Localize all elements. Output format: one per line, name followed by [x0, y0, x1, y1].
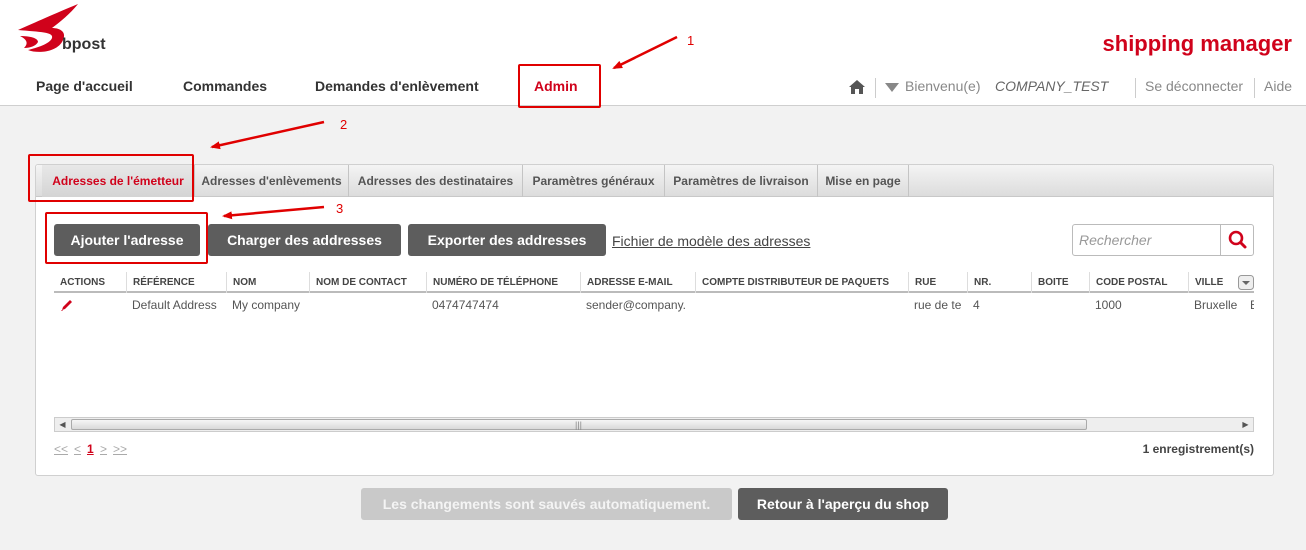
search-icon: [1228, 230, 1247, 249]
next-page-link[interactable]: >: [100, 442, 107, 456]
separator: [1254, 78, 1255, 98]
horizontal-scrollbar[interactable]: ◀ ||| ▶: [54, 417, 1254, 432]
cell-number: 4: [973, 298, 980, 312]
column-header[interactable]: NOM: [226, 272, 309, 293]
cell-postal-code: 1000: [1095, 298, 1122, 312]
first-page-link[interactable]: <<: [54, 442, 68, 456]
tab-pickup-addresses[interactable]: Adresses d'enlèvements: [195, 165, 349, 197]
edit-pencil-icon[interactable]: [60, 298, 74, 312]
cell-city: Bruxelle: [1194, 298, 1238, 312]
column-header[interactable]: VILLE: [1188, 272, 1238, 293]
table-row[interactable]: Default Address My company 0474747474 se…: [54, 294, 1254, 316]
separator: [875, 78, 876, 98]
nav-item-home[interactable]: Page d'accueil: [36, 78, 133, 94]
tab-recipient-addresses[interactable]: Adresses des destinataires: [349, 165, 523, 197]
grip-icon: |||: [575, 420, 583, 430]
annotation-arrow-2: [210, 120, 325, 150]
upload-addresses-button[interactable]: Charger des addresses: [208, 224, 401, 256]
cell-distributor: [695, 294, 908, 316]
nav-item-pickup-requests[interactable]: Demandes d'enlèvement: [315, 78, 479, 94]
cell-box: [1031, 294, 1089, 316]
column-header[interactable]: ACTIONS: [54, 272, 126, 293]
chevron-down-icon[interactable]: [885, 83, 899, 92]
table-header: ACTIONS RÉFÉRENCE NOM NOM DE CONTACT NUM…: [54, 272, 1254, 293]
cell-overflow: B: [1244, 294, 1254, 316]
column-header[interactable]: NOM DE CONTACT: [309, 272, 426, 293]
separator: [1135, 78, 1136, 98]
record-count: 1 enregistrement(s): [1142, 442, 1254, 456]
home-icon[interactable]: [848, 79, 866, 95]
scroll-thumb[interactable]: |||: [71, 419, 1087, 430]
current-page[interactable]: 1: [87, 442, 94, 456]
column-header[interactable]: BOITE: [1031, 272, 1089, 293]
app-title: shipping manager: [1102, 31, 1292, 56]
autosave-notice-button: Les changements sont sauvés automatiquem…: [361, 488, 732, 520]
nav-item-orders[interactable]: Commandes: [183, 78, 267, 94]
logo-text: bpost: [62, 36, 106, 53]
back-to-shop-button[interactable]: Retour à l'aperçu du shop: [738, 488, 948, 520]
column-header[interactable]: ADRESSE E-MAIL: [580, 272, 695, 293]
admin-tabs: Adresses de l'émetteur Adresses d'enlève…: [36, 165, 1273, 197]
annotation-box-admin: [518, 64, 601, 108]
scroll-left-icon[interactable]: ◀: [55, 418, 70, 431]
prev-page-link[interactable]: <: [74, 442, 81, 456]
column-header[interactable]: RUE: [908, 272, 967, 293]
annotation-number-2: 2: [340, 117, 348, 132]
cell-email: sender@company.: [586, 298, 687, 312]
search-button[interactable]: [1220, 225, 1253, 255]
column-header[interactable]: NR.: [967, 272, 1031, 293]
column-menu-icon[interactable]: [1238, 275, 1254, 290]
app-header: bpost shipping manager Page d'accueil Co…: [0, 0, 1306, 106]
annotation-box-add-button: [45, 212, 208, 264]
help-link[interactable]: Aide: [1264, 78, 1292, 94]
cell-street: rue de te: [914, 298, 962, 312]
cell-name: My company: [232, 298, 301, 312]
column-header[interactable]: COMPTE DISTRIBUTEUR DE PAQUETS: [695, 272, 908, 293]
search-input[interactable]: [1073, 225, 1221, 255]
column-header[interactable]: RÉFÉRENCE: [126, 272, 226, 293]
cell-phone: 0474747474: [432, 298, 499, 312]
template-file-link[interactable]: Fichier de modèle des adresses: [612, 233, 810, 249]
cell-reference: Default Address: [132, 298, 217, 312]
search-box: [1072, 224, 1254, 256]
logout-link[interactable]: Se déconnecter: [1145, 78, 1243, 94]
tab-delivery-settings[interactable]: Paramètres de livraison: [665, 165, 818, 197]
scroll-right-icon[interactable]: ▶: [1238, 418, 1253, 431]
column-header[interactable]: NUMÉRO DE TÉLÉPHONE: [426, 272, 580, 293]
annotation-number-1: 1: [687, 33, 695, 48]
annotation-number-3: 3: [336, 201, 344, 216]
tab-general-settings[interactable]: Paramètres généraux: [523, 165, 665, 197]
last-page-link[interactable]: >>: [113, 442, 127, 456]
welcome-text: Bienvenu(e): [905, 78, 981, 94]
annotation-box-sender-tab: [28, 154, 194, 202]
company-name: COMPANY_TEST: [995, 78, 1109, 94]
tab-layout[interactable]: Mise en page: [818, 165, 909, 197]
export-addresses-button[interactable]: Exporter des addresses: [408, 224, 606, 256]
cell-contact: [309, 294, 426, 316]
column-header[interactable]: CODE POSTAL: [1089, 272, 1188, 293]
